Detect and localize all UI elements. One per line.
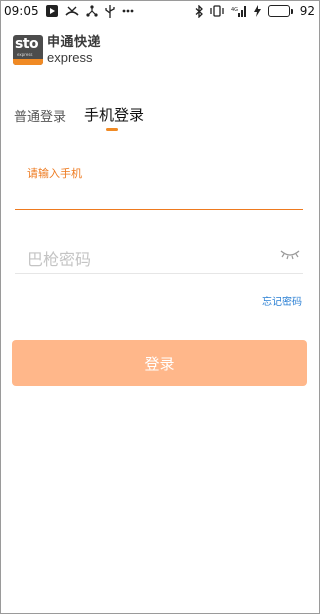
battery-icon xyxy=(267,5,293,17)
status-right: 4G 92 xyxy=(195,4,319,18)
logo-name-cn: 申通快递 xyxy=(47,35,102,50)
battery-cap xyxy=(290,8,293,14)
tab-phone-login-label: 手机登录 xyxy=(84,106,145,124)
sto-logo: sto express 申通快递 express xyxy=(13,35,101,65)
logo-name-en: express xyxy=(47,50,93,65)
missed-call-icon xyxy=(65,4,79,18)
usb-icon xyxy=(104,4,115,18)
logo-badge: sto express xyxy=(13,35,43,65)
password-input[interactable] xyxy=(15,246,303,274)
status-time: 09:05 xyxy=(4,4,39,18)
login-button[interactable]: 登录 xyxy=(12,340,307,386)
more-icon xyxy=(122,4,134,18)
charging-icon xyxy=(253,4,261,18)
share-icon xyxy=(85,4,98,18)
forgot-password-link[interactable]: 忘记密码 xyxy=(262,293,302,308)
bluetooth-icon xyxy=(195,4,203,18)
phone-field-label: 请输入手机 xyxy=(27,167,82,180)
battery-level: 92 xyxy=(299,4,315,18)
login-tabs: 普通登录 手机登录 xyxy=(14,104,145,131)
status-bar: 09:05 4G 92 xyxy=(1,1,319,21)
play-icon xyxy=(45,4,58,18)
vibrate-icon xyxy=(210,4,224,18)
logo-badge-text: sto xyxy=(15,36,39,52)
tab-phone-login[interactable]: 手机登录 xyxy=(84,104,145,131)
phone-input[interactable] xyxy=(15,180,303,210)
signal-icon: 4G xyxy=(231,4,247,18)
battery-body xyxy=(267,5,290,17)
status-left: 09:05 xyxy=(1,4,134,18)
eye-closed-icon[interactable] xyxy=(280,246,300,260)
logo-text: 申通快递 express xyxy=(47,36,101,64)
logo-badge-stripe xyxy=(13,59,43,65)
tab-active-indicator xyxy=(106,128,119,131)
tab-normal-login[interactable]: 普通登录 xyxy=(14,106,66,125)
svg-text:4G: 4G xyxy=(231,7,238,13)
logo-badge-subtext: express xyxy=(17,52,33,57)
